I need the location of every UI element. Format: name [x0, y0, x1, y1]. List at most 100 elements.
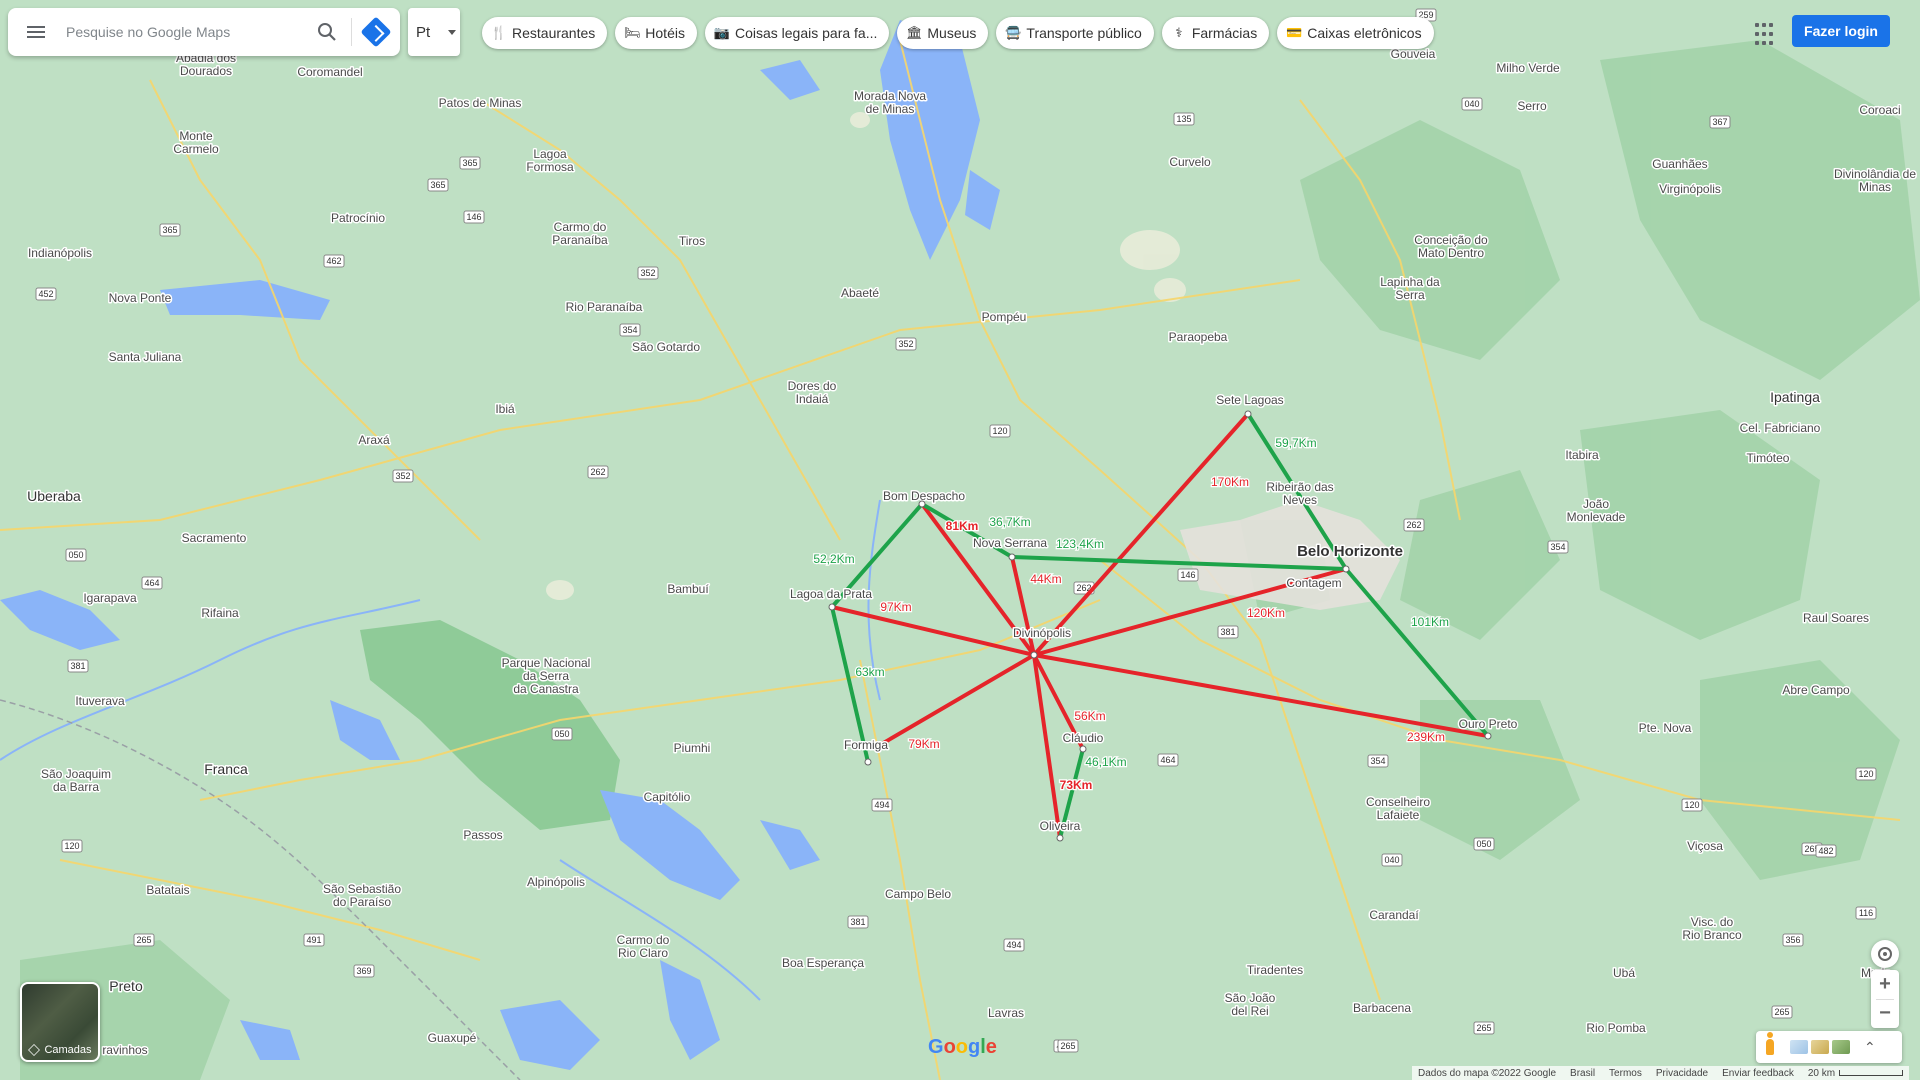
zoom-out-button[interactable]: − [1871, 1000, 1899, 1028]
language-select[interactable]: Pt [408, 8, 460, 56]
login-button[interactable]: Fazer login [1792, 15, 1890, 47]
city-label[interactable]: São Gotardo [630, 339, 701, 356]
city-label[interactable]: Abaeté [839, 285, 880, 302]
search-input[interactable] [64, 11, 303, 53]
city-label[interactable]: Alpinópolis [525, 874, 586, 891]
chip-hoteis[interactable]: 🛏 Hotéis [615, 17, 697, 49]
chip-caixas-eletronicos[interactable]: 💳 Caixas eletrônicos [1277, 17, 1434, 49]
city-label[interactable]: ravinhos [101, 1042, 149, 1059]
city-label[interactable]: Nova Serrana [971, 535, 1048, 552]
city-label[interactable]: Igarapava [82, 590, 139, 607]
city-label[interactable]: Paraopeba [1167, 329, 1229, 346]
city-marker[interactable] [1030, 651, 1038, 659]
city-label[interactable]: Barbacena [1351, 1000, 1412, 1017]
city-label[interactable]: Carmo do Rio Claro [615, 932, 671, 962]
city-label[interactable]: Serro [1516, 98, 1549, 115]
city-marker[interactable] [1244, 410, 1252, 418]
city-label[interactable]: Lavras [986, 1005, 1025, 1022]
city-label[interactable]: Conceição do Mato Dentro [1413, 232, 1490, 262]
city-marker[interactable] [1342, 565, 1350, 573]
city-label[interactable]: Nova Ponte [107, 290, 173, 307]
city-label[interactable]: Piumhi [672, 740, 712, 757]
city-label[interactable]: Preto [108, 977, 145, 996]
city-label[interactable]: Milho Verde [1495, 60, 1562, 77]
country-link[interactable]: Brasil [1570, 1068, 1595, 1079]
city-label[interactable]: São Sebastião do Paraíso [321, 881, 402, 911]
city-label[interactable]: Abre Campo [1781, 682, 1852, 699]
map-type-thumbnails[interactable] [1790, 1040, 1850, 1054]
city-label[interactable]: Capitólio [642, 789, 692, 806]
city-label[interactable]: Coromandel [296, 64, 364, 81]
city-label[interactable]: Tiradentes [1245, 962, 1304, 979]
city-label[interactable]: Oliveira [1038, 818, 1082, 835]
my-location-button[interactable] [1871, 940, 1899, 968]
city-label[interactable]: Divinópolis [1011, 625, 1072, 642]
chip-museus[interactable]: 🏛 Museus [897, 17, 989, 49]
city-label[interactable]: Rio Paranaíba [564, 299, 644, 316]
street-view-pegman[interactable] [1756, 1031, 1784, 1063]
city-marker[interactable] [828, 603, 836, 611]
city-label[interactable]: Ouro Preto [1457, 716, 1519, 733]
city-label[interactable]: Boa Esperança [780, 955, 865, 972]
city-label[interactable]: Gouveia [1389, 46, 1437, 63]
layers-button[interactable]: Camadas [20, 982, 100, 1062]
city-marker[interactable] [1484, 732, 1492, 740]
city-label[interactable]: Rifaina [200, 605, 241, 622]
city-label[interactable]: Bom Despacho [881, 488, 966, 505]
apps-grid-icon[interactable] [1752, 20, 1782, 50]
city-marker[interactable] [918, 500, 926, 508]
city-label[interactable]: Pompéu [980, 309, 1028, 326]
chip-transporte-publico[interactable]: 🚍 Transporte público [996, 17, 1154, 49]
city-label[interactable]: Itabira [1564, 447, 1601, 464]
search-button[interactable] [303, 8, 351, 56]
city-label[interactable]: Lagoa da Prata [788, 586, 873, 603]
city-marker[interactable] [1008, 553, 1016, 561]
city-label[interactable]: Indianópolis [26, 245, 93, 262]
city-label[interactable]: Santa Juliana [107, 349, 183, 366]
city-label[interactable]: Sete Lagoas [1215, 392, 1285, 409]
city-label[interactable]: Sacramento [180, 530, 248, 547]
city-label[interactable]: Franca [203, 760, 250, 779]
chip-restaurantes[interactable]: 🍴 Restaurantes [482, 17, 608, 49]
city-label[interactable]: Passos [462, 827, 504, 844]
city-label[interactable]: Carandaí [1368, 907, 1421, 924]
city-label[interactable]: Guanhães [1651, 156, 1709, 173]
city-label[interactable]: Belo Horizonte [1296, 542, 1405, 562]
city-label[interactable]: Patrocínio [329, 210, 386, 227]
chip-coisas-legais[interactable]: 📷 Coisas legais para fa... [704, 17, 890, 49]
satellite-thumb[interactable] [1832, 1040, 1850, 1054]
city-label[interactable]: Rio Pomba [1585, 1020, 1648, 1037]
city-label[interactable]: Ubá [1611, 965, 1636, 982]
city-label[interactable]: Pte. Nova [1637, 720, 1693, 737]
scale-bar[interactable]: 20 km [1808, 1068, 1904, 1079]
city-label[interactable]: Ibiá [494, 401, 517, 418]
privacy-link[interactable]: Privacidade [1656, 1068, 1708, 1079]
city-label[interactable]: Contagem [1285, 575, 1343, 592]
chip-farmacias[interactable]: ⚕ Farmácias [1161, 17, 1270, 49]
city-label[interactable]: Cláudio [1061, 730, 1105, 747]
city-label[interactable]: Batatais [145, 882, 191, 899]
city-label[interactable]: Ipatinga [1769, 388, 1822, 407]
city-label[interactable]: Timóteo [1745, 450, 1791, 467]
traffic-thumb[interactable] [1811, 1040, 1829, 1054]
city-label[interactable]: Visc. do Rio Branco [1681, 914, 1744, 944]
city-label[interactable]: Coroaci [1858, 102, 1902, 119]
city-label[interactable]: Patos de Minas [437, 95, 523, 112]
city-label[interactable]: Formiga [842, 737, 889, 754]
city-label[interactable]: Araxá [357, 432, 392, 449]
city-label[interactable]: Guaxupé [426, 1030, 478, 1047]
terrain-thumb[interactable] [1790, 1040, 1808, 1054]
feedback-link[interactable]: Enviar feedback [1722, 1068, 1794, 1079]
city-label[interactable]: Raul Soares [1801, 610, 1870, 627]
city-marker[interactable] [1079, 745, 1087, 753]
city-marker[interactable] [864, 758, 872, 766]
city-marker[interactable] [1056, 834, 1064, 842]
city-label[interactable]: Bambuí [666, 581, 711, 598]
directions-button[interactable] [352, 8, 400, 56]
city-label[interactable]: Cel. Fabriciano [1738, 420, 1822, 437]
city-label[interactable]: São João del Rei [1223, 990, 1277, 1020]
city-label[interactable]: Virginópolis [1658, 181, 1723, 198]
map-canvas[interactable]: 3651463654624523523543521350402593671203… [0, 0, 1920, 1080]
city-label[interactable]: Carmo do Paranaíba [551, 219, 610, 249]
menu-button[interactable] [8, 8, 64, 56]
